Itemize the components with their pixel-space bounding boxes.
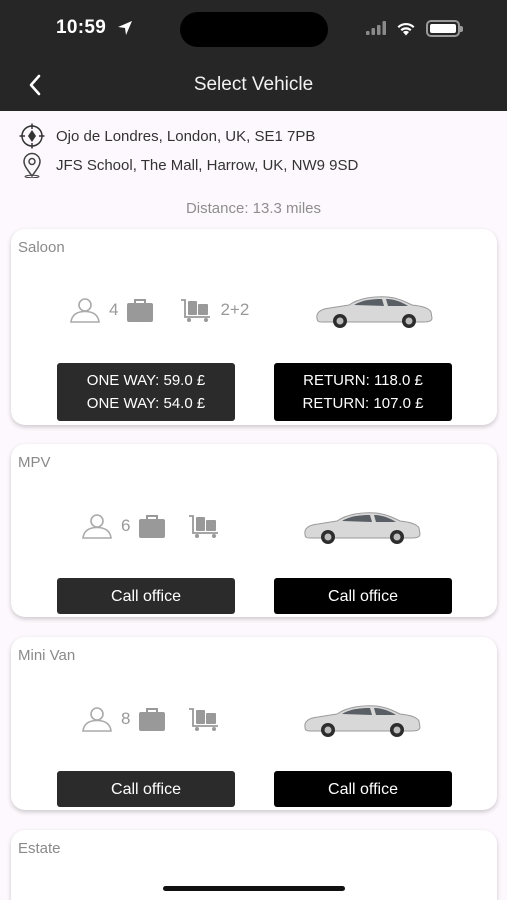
vehicle-name: Estate	[18, 840, 61, 857]
vehicle-card-saloon[interactable]: Saloon 4 2+2 ONE WAY: 59.0 £ ONE WAY: 54…	[11, 229, 497, 425]
status-time: 10:59	[56, 17, 107, 38]
vehicle-features: 4 2+2	[69, 297, 257, 323]
car-image	[304, 512, 421, 544]
vehicle-name: Mini Van	[18, 647, 76, 664]
vehicle-card-mpv[interactable]: MPV 6 Call office Call office	[11, 444, 497, 617]
trolley-icon	[181, 299, 211, 322]
dynamic-island	[180, 12, 328, 47]
return-price-1: RETURN: 118.0 £	[303, 372, 423, 389]
bag-icon	[139, 515, 166, 538]
vehicle-name: MPV	[18, 454, 51, 471]
passenger-icon	[82, 707, 112, 732]
passenger-count: 6	[121, 516, 131, 535]
vehicle-card-mini-van[interactable]: Mini Van 8 Call office Call office	[11, 637, 497, 810]
one-way-price-button[interactable]: ONE WAY: 59.0 £ ONE WAY: 54.0 £	[57, 363, 235, 421]
status-icons	[366, 18, 463, 38]
call-office-button[interactable]: Call office	[274, 578, 452, 614]
passenger-icon	[70, 298, 100, 323]
one-way-price-2: ONE WAY: 54.0 £	[86, 395, 206, 412]
passenger-icon	[82, 514, 112, 539]
dropoff-address: JFS School, The Mall, Harrow, UK, NW9 9S…	[56, 156, 359, 174]
battery-icon	[426, 19, 463, 37]
bag-icon	[139, 708, 166, 731]
pickup-row: Ojo de Londres, London, UK, SE1 7PB	[18, 123, 315, 149]
trolley-icon	[189, 515, 219, 538]
call-office-button[interactable]: Call office	[274, 771, 452, 807]
car-image	[304, 705, 421, 737]
vehicle-name: Saloon	[18, 239, 65, 256]
dropoff-row: JFS School, The Mall, Harrow, UK, NW9 9S…	[18, 152, 358, 178]
map-pin-icon	[18, 152, 46, 178]
distance-label: Distance: 13.3 miles	[185, 200, 322, 217]
crosshair-icon	[18, 123, 46, 149]
top-bar: 10:59 Select Vehicle	[0, 0, 507, 111]
pickup-address: Ojo de Londres, London, UK, SE1 7PB	[56, 127, 316, 145]
cellular-icon	[366, 21, 386, 35]
page-title: Select Vehicle	[193, 74, 314, 95]
bag-icon	[127, 299, 154, 322]
return-price-2: RETURN: 107.0 £	[302, 395, 424, 412]
one-way-price-1: ONE WAY: 59.0 £	[86, 372, 206, 389]
wifi-icon	[397, 22, 415, 35]
trolley-icon	[189, 708, 219, 731]
passenger-count: 8	[121, 709, 131, 728]
home-indicator	[163, 886, 345, 891]
call-office-button[interactable]: Call office	[57, 578, 235, 614]
vehicle-features: 6	[81, 513, 220, 539]
return-price-button[interactable]: RETURN: 118.0 £ RETURN: 107.0 £	[274, 363, 452, 421]
location-arrow-icon	[118, 21, 132, 35]
call-office-button[interactable]: Call office	[57, 771, 235, 807]
car-image	[316, 296, 433, 328]
passenger-count: 4	[109, 300, 119, 319]
luggage-count: 2+2	[220, 300, 250, 319]
vehicle-features: 8	[81, 706, 220, 732]
